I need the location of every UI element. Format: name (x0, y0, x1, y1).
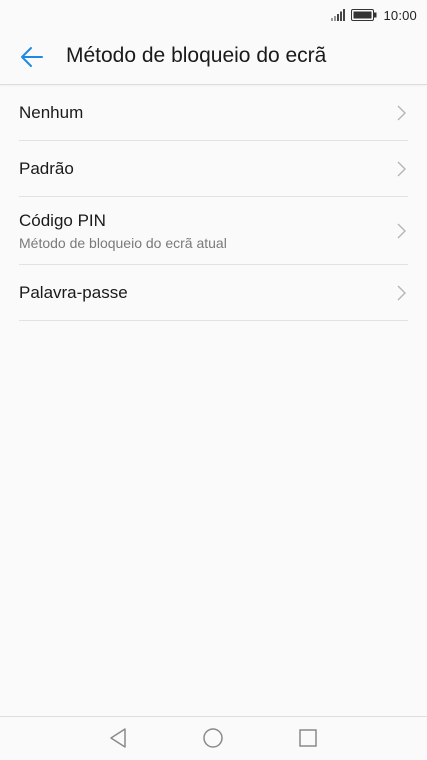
chevron-right-icon (397, 105, 406, 121)
list-item-none[interactable]: Nenhum (19, 85, 408, 141)
app-bar: Método de bloqueio do ecrã (0, 30, 427, 85)
nav-recent-apps-button[interactable] (296, 726, 320, 750)
signal-icon (331, 9, 346, 21)
status-indicators: 10:00 (331, 7, 417, 23)
screen: 10:00 Método de bloqueio do ecrã Nenhum … (0, 0, 427, 760)
arrow-left-icon (21, 47, 43, 67)
page-title: Método de bloqueio do ecrã (66, 44, 327, 67)
list-item-pin-code[interactable]: Código PIN Método de bloqueio do ecrã at… (19, 197, 408, 265)
list-item-pattern[interactable]: Padrão (19, 141, 408, 197)
nav-back-button[interactable] (106, 726, 130, 750)
list-item-title: Nenhum (19, 103, 84, 122)
nav-home-button[interactable] (201, 726, 225, 750)
battery-icon (351, 9, 377, 21)
navigation-bar (0, 716, 427, 760)
lock-method-list: Nenhum Padrão Código PIN Método de bloqu… (19, 85, 408, 321)
list-item-title: Palavra-passe (19, 283, 128, 302)
status-bar: 10:00 (0, 0, 427, 30)
nav-back-icon (110, 728, 126, 748)
nav-home-icon (203, 728, 223, 748)
chevron-right-icon (397, 161, 406, 177)
list-item-password[interactable]: Palavra-passe (19, 265, 408, 321)
nav-recent-apps-icon (299, 729, 317, 747)
list-item-title: Código PIN (19, 211, 106, 230)
status-clock: 10:00 (383, 7, 417, 23)
list-item-title: Padrão (19, 159, 74, 178)
chevron-right-icon (397, 285, 406, 301)
list-item-subtitle: Método de bloqueio do ecrã atual (19, 235, 227, 251)
chevron-right-icon (397, 223, 406, 239)
back-button[interactable] (14, 41, 50, 73)
